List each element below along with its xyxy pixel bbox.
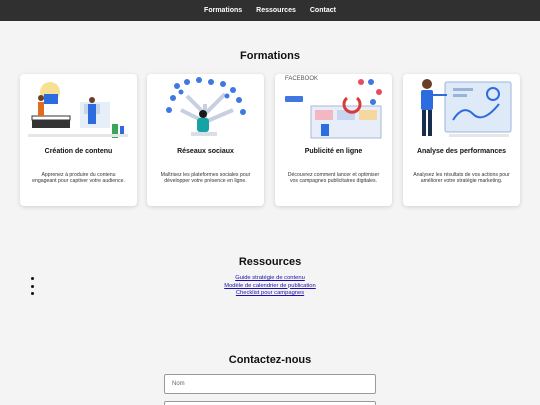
- resource-link-guide[interactable]: Guide stratégie de contenu: [0, 275, 540, 281]
- card-title: Réseaux sociaux: [177, 148, 234, 155]
- content-creation-illustration: [28, 82, 128, 138]
- contact-heading: Contactez-nous: [228, 354, 312, 366]
- social-networks-illustration: [166, 77, 246, 136]
- list-item: Checklist pour campagnes: [0, 290, 540, 298]
- nav-link-formations[interactable]: Formations: [204, 7, 242, 14]
- next-field[interactable]: [164, 401, 376, 405]
- card-description: Apprenez à produire du contenu engageant…: [32, 172, 125, 185]
- resource-link-calendrier[interactable]: Modèle de calendrier de publication: [0, 283, 540, 289]
- online-ads-illustration: FACEBOOK: [285, 76, 382, 139]
- list-item: Guide stratégie de contenu: [0, 275, 540, 283]
- name-field[interactable]: Nom: [164, 374, 376, 394]
- top-navbar: Formations Ressources Contact: [0, 0, 540, 21]
- card-title: Création de contenu: [44, 148, 113, 155]
- card-description: Analysez les résultats de vos actions po…: [413, 172, 510, 185]
- card-title: Analyse des performances: [416, 148, 507, 155]
- ressources-heading: Ressources: [238, 256, 302, 268]
- facebook-label: FACEBOOK: [285, 76, 318, 82]
- card-description: Maîtrisez les plateformes sociales pour …: [160, 172, 251, 185]
- card-description: Découvrez comment lancer et optimiser vo…: [287, 172, 380, 185]
- name-placeholder: Nom: [172, 381, 185, 387]
- formation-card-analyse-performances[interactable]: Analyse des performances Analysez les ré…: [403, 74, 520, 206]
- formation-card-reseaux-sociaux[interactable]: Réseaux sociaux Maîtrisez les plateforme…: [147, 74, 264, 206]
- list-item: Modèle de calendrier de publication: [0, 283, 540, 291]
- card-title: Publicité en ligne: [304, 148, 363, 155]
- nav-link-ressources[interactable]: Ressources: [256, 7, 296, 14]
- formation-card-creation-contenu[interactable]: Création de contenu Apprenez à produire …: [20, 74, 137, 206]
- nav-link-contact[interactable]: Contact: [310, 7, 336, 14]
- formations-heading: Formations: [240, 50, 300, 62]
- resource-link-checklist[interactable]: Checklist pour campagnes: [0, 290, 540, 296]
- resources-list: Guide stratégie de contenu Modèle de cal…: [0, 275, 540, 298]
- performance-analytics-illustration: [421, 79, 512, 137]
- formation-card-publicite-en-ligne[interactable]: FACEBOOK Publicité en ligne Découvrez co…: [275, 74, 392, 206]
